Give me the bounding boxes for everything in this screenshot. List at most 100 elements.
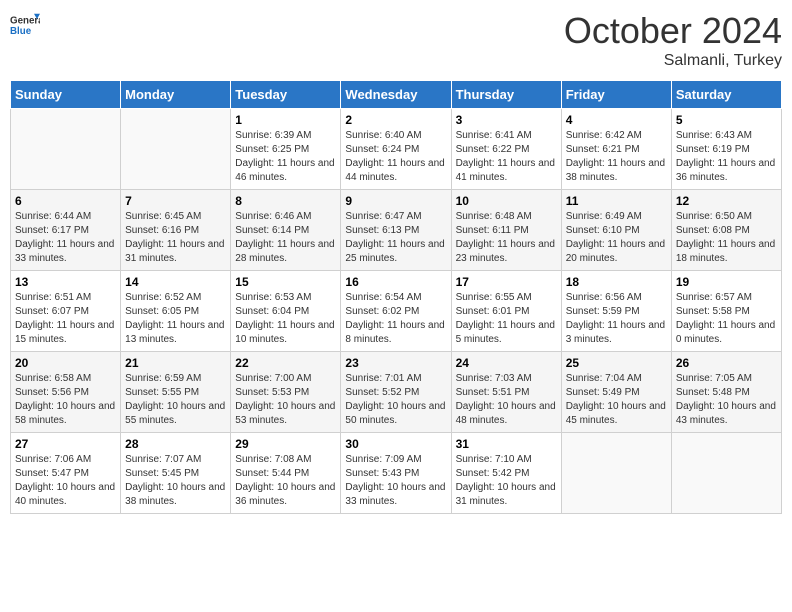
- calendar-cell: [561, 433, 671, 514]
- calendar-cell: [11, 109, 121, 190]
- calendar-cell: 15 Sunrise: 6:53 AMSunset: 6:04 PMDayligh…: [231, 271, 341, 352]
- day-info: Sunrise: 7:04 AMSunset: 5:49 PMDaylight:…: [566, 372, 667, 428]
- day-info: Sunrise: 7:00 AMSunset: 5:53 PMDaylight:…: [235, 372, 336, 428]
- day-number: 20: [15, 356, 116, 370]
- calendar-week-3: 13 Sunrise: 6:51 AMSunset: 6:07 PMDayligh…: [11, 271, 782, 352]
- calendar-cell: 6Sunrise: 6:44 AMSunset: 6:17 PMDaylight…: [11, 190, 121, 271]
- calendar-body: 1 Sunrise: 6:39 AMSunset: 6:25 PMDaylight…: [11, 109, 782, 514]
- day-number: 4: [566, 113, 667, 127]
- day-info: Sunrise: 6:42 AMSunset: 6:21 PMDaylight:…: [566, 129, 667, 185]
- day-number: 21: [125, 356, 226, 370]
- location: Salmanli, Turkey: [564, 52, 782, 70]
- day-number: 11: [566, 194, 667, 208]
- day-info: Sunrise: 6:39 AMSunset: 6:25 PMDaylight:…: [235, 129, 336, 185]
- day-info: Sunrise: 6:57 AMSunset: 5:58 PMDaylight:…: [676, 291, 777, 347]
- svg-text:Blue: Blue: [10, 26, 32, 37]
- calendar-cell: 2 Sunrise: 6:40 AMSunset: 6:24 PMDaylight…: [341, 109, 451, 190]
- day-number: 31: [456, 437, 557, 451]
- page-header: General Blue October 2024 Salmanli, Turk…: [10, 10, 782, 70]
- day-info: Sunrise: 6:41 AMSunset: 6:22 PMDaylight:…: [456, 129, 557, 185]
- svg-text:General: General: [10, 16, 40, 27]
- calendar-cell: 10 Sunrise: 6:48 AMSunset: 6:11 PMDayligh…: [451, 190, 561, 271]
- calendar-cell: 17Sunrise: 6:55 AMSunset: 6:01 PMDayligh…: [451, 271, 561, 352]
- day-number: 27: [15, 437, 116, 451]
- day-number: 25: [566, 356, 667, 370]
- day-number: 26: [676, 356, 777, 370]
- calendar-cell: 14 Sunrise: 6:52 AMSunset: 6:05 PMDayligh…: [121, 271, 231, 352]
- calendar-cell: 24 Sunrise: 7:03 AMSunset: 5:51 PMDayligh…: [451, 352, 561, 433]
- day-number: 2: [345, 113, 446, 127]
- calendar-header: Sunday Monday Tuesday Wednesday Thursday…: [11, 81, 782, 109]
- day-info: Sunrise: 7:03 AMSunset: 5:51 PMDaylight:…: [456, 372, 557, 428]
- calendar-week-1: 1 Sunrise: 6:39 AMSunset: 6:25 PMDaylight…: [11, 109, 782, 190]
- day-info: Sunrise: 6:46 AMSunset: 6:14 PMDaylight:…: [235, 210, 336, 266]
- calendar-cell: 4 Sunrise: 6:42 AMSunset: 6:21 PMDaylight…: [561, 109, 671, 190]
- col-sunday: Sunday: [11, 81, 121, 109]
- col-thursday: Thursday: [451, 81, 561, 109]
- calendar-table: Sunday Monday Tuesday Wednesday Thursday…: [10, 80, 782, 514]
- day-number: 24: [456, 356, 557, 370]
- calendar-cell: 12 Sunrise: 6:50 AMSunset: 6:08 PMDayligh…: [671, 190, 781, 271]
- calendar-cell: 1 Sunrise: 6:39 AMSunset: 6:25 PMDaylight…: [231, 109, 341, 190]
- day-info: Sunrise: 6:54 AMSunset: 6:02 PMDaylight:…: [345, 291, 446, 347]
- day-info: Sunrise: 7:06 AMSunset: 5:47 PMDaylight:…: [15, 453, 116, 509]
- calendar-cell: 11 Sunrise: 6:49 AMSunset: 6:10 PMDayligh…: [561, 190, 671, 271]
- calendar-cell: 16 Sunrise: 6:54 AMSunset: 6:02 PMDayligh…: [341, 271, 451, 352]
- day-info: Sunrise: 6:58 AMSunset: 5:56 PMDaylight:…: [15, 372, 116, 428]
- day-info: Sunrise: 7:10 AMSunset: 5:42 PMDaylight:…: [456, 453, 557, 509]
- month-title: October 2024: [564, 10, 782, 52]
- calendar-cell: 26 Sunrise: 7:05 AMSunset: 5:48 PMDayligh…: [671, 352, 781, 433]
- day-number: 19: [676, 275, 777, 289]
- col-saturday: Saturday: [671, 81, 781, 109]
- day-info: Sunrise: 6:51 AMSunset: 6:07 PMDaylight:…: [15, 291, 116, 347]
- day-number: 23: [345, 356, 446, 370]
- day-info: Sunrise: 6:47 AMSunset: 6:13 PMDaylight:…: [345, 210, 446, 266]
- day-info: Sunrise: 6:48 AMSunset: 6:11 PMDaylight:…: [456, 210, 557, 266]
- calendar-cell: 3Sunrise: 6:41 AMSunset: 6:22 PMDaylight…: [451, 109, 561, 190]
- day-number: 28: [125, 437, 226, 451]
- header-row: Sunday Monday Tuesday Wednesday Thursday…: [11, 81, 782, 109]
- calendar-week-5: 27 Sunrise: 7:06 AMSunset: 5:47 PMDayligh…: [11, 433, 782, 514]
- calendar-cell: 22Sunrise: 7:00 AMSunset: 5:53 PMDayligh…: [231, 352, 341, 433]
- day-info: Sunrise: 6:53 AMSunset: 6:04 PMDaylight:…: [235, 291, 336, 347]
- day-number: 12: [676, 194, 777, 208]
- day-info: Sunrise: 7:07 AMSunset: 5:45 PMDaylight:…: [125, 453, 226, 509]
- day-info: Sunrise: 6:45 AMSunset: 6:16 PMDaylight:…: [125, 210, 226, 266]
- day-info: Sunrise: 6:55 AMSunset: 6:01 PMDaylight:…: [456, 291, 557, 347]
- day-number: 7: [125, 194, 226, 208]
- calendar-cell: 29Sunrise: 7:08 AMSunset: 5:44 PMDayligh…: [231, 433, 341, 514]
- day-number: 10: [456, 194, 557, 208]
- day-info: Sunrise: 6:52 AMSunset: 6:05 PMDaylight:…: [125, 291, 226, 347]
- calendar-cell: 7 Sunrise: 6:45 AMSunset: 6:16 PMDaylight…: [121, 190, 231, 271]
- logo-icon: General Blue: [10, 10, 40, 40]
- calendar-cell: 9Sunrise: 6:47 AMSunset: 6:13 PMDaylight…: [341, 190, 451, 271]
- day-info: Sunrise: 6:44 AMSunset: 6:17 PMDaylight:…: [15, 210, 116, 266]
- day-number: 13: [15, 275, 116, 289]
- day-info: Sunrise: 6:50 AMSunset: 6:08 PMDaylight:…: [676, 210, 777, 266]
- logo: General Blue: [10, 10, 42, 40]
- day-info: Sunrise: 7:09 AMSunset: 5:43 PMDaylight:…: [345, 453, 446, 509]
- day-number: 16: [345, 275, 446, 289]
- day-number: 14: [125, 275, 226, 289]
- day-number: 1: [235, 113, 336, 127]
- day-number: 30: [345, 437, 446, 451]
- calendar-cell: [671, 433, 781, 514]
- day-info: Sunrise: 7:05 AMSunset: 5:48 PMDaylight:…: [676, 372, 777, 428]
- calendar-cell: 21Sunrise: 6:59 AMSunset: 5:55 PMDayligh…: [121, 352, 231, 433]
- title-block: October 2024 Salmanli, Turkey: [564, 10, 782, 70]
- col-tuesday: Tuesday: [231, 81, 341, 109]
- day-number: 18: [566, 275, 667, 289]
- calendar-cell: 13 Sunrise: 6:51 AMSunset: 6:07 PMDayligh…: [11, 271, 121, 352]
- calendar-cell: 28 Sunrise: 7:07 AMSunset: 5:45 PMDayligh…: [121, 433, 231, 514]
- day-info: Sunrise: 6:49 AMSunset: 6:10 PMDaylight:…: [566, 210, 667, 266]
- day-number: 15: [235, 275, 336, 289]
- day-number: 5: [676, 113, 777, 127]
- day-info: Sunrise: 7:01 AMSunset: 5:52 PMDaylight:…: [345, 372, 446, 428]
- calendar-cell: 30 Sunrise: 7:09 AMSunset: 5:43 PMDayligh…: [341, 433, 451, 514]
- day-info: Sunrise: 6:40 AMSunset: 6:24 PMDaylight:…: [345, 129, 446, 185]
- day-number: 29: [235, 437, 336, 451]
- calendar-week-2: 6Sunrise: 6:44 AMSunset: 6:17 PMDaylight…: [11, 190, 782, 271]
- calendar-cell: 25 Sunrise: 7:04 AMSunset: 5:49 PMDayligh…: [561, 352, 671, 433]
- calendar-cell: 27 Sunrise: 7:06 AMSunset: 5:47 PMDayligh…: [11, 433, 121, 514]
- calendar-cell: 19 Sunrise: 6:57 AMSunset: 5:58 PMDayligh…: [671, 271, 781, 352]
